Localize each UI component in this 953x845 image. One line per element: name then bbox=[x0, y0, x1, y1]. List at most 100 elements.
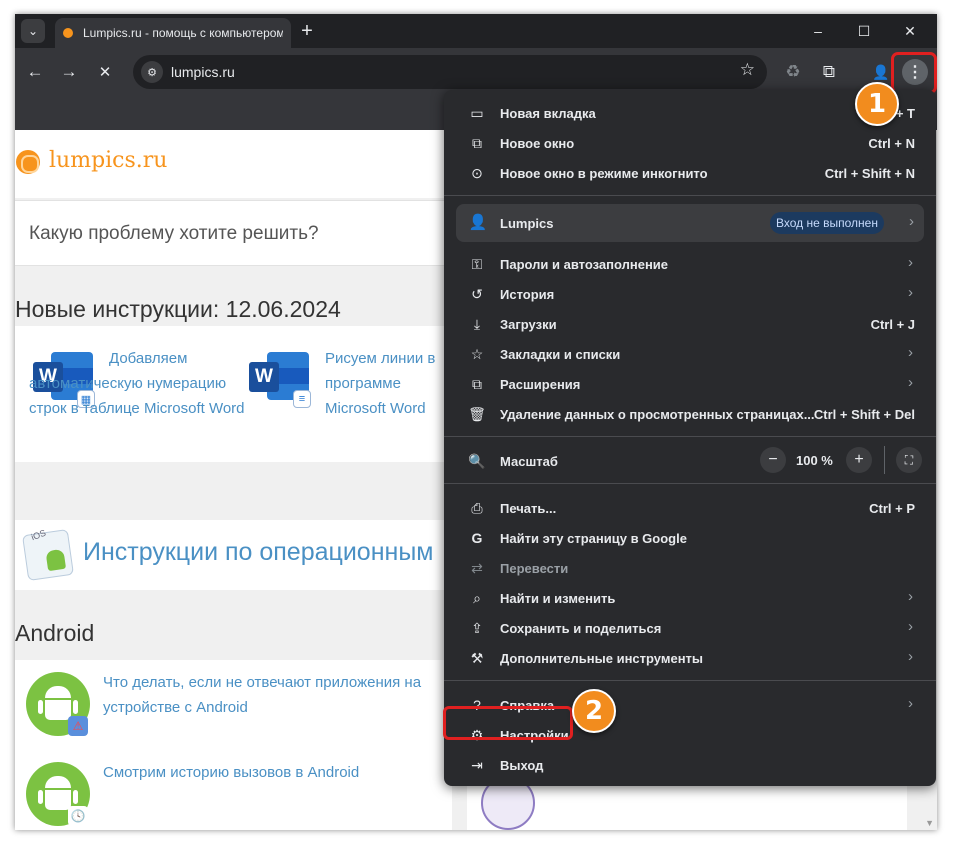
fullscreen-button[interactable]: ⛶ bbox=[896, 447, 922, 473]
menu-item-label: Пароли и автозаполнение bbox=[500, 257, 669, 272]
menu-item-print[interactable]: ⎙ Печать... Ctrl + P bbox=[444, 493, 936, 523]
os-cube-icon bbox=[22, 529, 74, 581]
url-text[interactable]: lumpics.ru bbox=[171, 64, 235, 80]
tools-icon: ⚒ bbox=[470, 649, 484, 666]
chevron-right-icon: › bbox=[909, 213, 914, 230]
new-window-icon: ⧉ bbox=[472, 134, 482, 151]
address-bar[interactable]: ⚙ lumpics.ru ☆ bbox=[133, 55, 767, 89]
article-link-numbering[interactable]: Добавляем автоматическую нумерацию строк… bbox=[29, 346, 249, 421]
tab-search-button[interactable]: ⌄ bbox=[21, 19, 45, 43]
menu-item-new-window[interactable]: ⧉ Новое окно Ctrl + N bbox=[444, 128, 936, 158]
stop-loading-button[interactable]: ✕ bbox=[91, 58, 119, 86]
menu-item-exit[interactable]: ⇥ Выход bbox=[444, 750, 936, 780]
chevron-right-icon: › bbox=[908, 284, 913, 301]
android-icon: 🕓 bbox=[26, 762, 90, 826]
lines-badge-icon: ≡ bbox=[293, 390, 311, 408]
profile-name: Lumpics bbox=[500, 216, 554, 231]
chrome-menu: ▭ Новая вкладка Ctrl + T ⧉ Новое окно Ct… bbox=[444, 90, 936, 786]
menu-item-label: Найти и изменить bbox=[500, 591, 616, 606]
menu-item-shortcut: Ctrl + Shift + N bbox=[824, 166, 915, 181]
article-link-lines[interactable]: Рисуем линии в программе Microsoft Word bbox=[325, 346, 452, 421]
menu-item-downloads[interactable]: ⤓ Загрузки Ctrl + J bbox=[444, 309, 936, 339]
bookmark-star-icon[interactable]: ☆ bbox=[740, 60, 755, 80]
menu-item-more-tools[interactable]: ⚒ Дополнительные инструменты › bbox=[444, 643, 936, 673]
recycle-icon[interactable]: ♻ bbox=[779, 58, 807, 86]
main-column: lumpics.ru Какую проблему хотите решить?… bbox=[15, 130, 452, 830]
history-icon: ↺ bbox=[471, 285, 483, 302]
trash-icon: 🗑 bbox=[468, 405, 486, 422]
menu-item-bookmarks[interactable]: ☆ Закладки и списки › bbox=[444, 339, 936, 369]
menu-item-label: Новое окно в режиме инкогнито bbox=[500, 166, 708, 181]
settings-highlight bbox=[443, 706, 573, 740]
forward-button[interactable]: → bbox=[55, 58, 83, 86]
back-button[interactable]: ← bbox=[21, 58, 49, 86]
menu-item-translate: ⇄ Перевести bbox=[444, 553, 936, 583]
site-logo-text[interactable]: lumpics.ru bbox=[49, 148, 167, 173]
incognito-icon: ⊙ bbox=[471, 164, 483, 181]
active-tab[interactable]: Lumpics.ru - помощь с компьютером bbox=[55, 18, 291, 48]
menu-separator bbox=[444, 436, 936, 437]
new-tab-button[interactable]: + bbox=[295, 19, 319, 43]
menu-item-clear-data[interactable]: 🗑 Удаление данных о просмотренных страни… bbox=[444, 399, 936, 429]
menu-item-find[interactable]: ⌕ Найти и изменить › bbox=[444, 583, 936, 613]
exit-icon: ⇥ bbox=[471, 756, 483, 773]
os-instructions-title[interactable]: Инструкции по операционным bbox=[83, 538, 433, 567]
minimize-button[interactable]: – bbox=[795, 17, 841, 45]
clock-badge-icon: 🕓 bbox=[68, 806, 88, 826]
step-1-callout: 1 bbox=[855, 82, 899, 126]
close-window-button[interactable]: ✕ bbox=[887, 17, 933, 45]
new-tab-icon: ▭ bbox=[470, 104, 484, 121]
menu-item-label: Новое окно bbox=[500, 136, 575, 151]
chevron-right-icon: › bbox=[908, 374, 913, 391]
chevron-right-icon: › bbox=[908, 648, 913, 665]
chevron-right-icon: › bbox=[908, 344, 913, 361]
scroll-down-arrow-icon[interactable]: ▼ bbox=[925, 818, 934, 828]
menu-item-label: Дополнительные инструменты bbox=[500, 651, 704, 666]
orange-logo-icon[interactable] bbox=[16, 150, 40, 174]
menu-item-save-share[interactable]: ⇪ Сохранить и поделиться › bbox=[444, 613, 936, 643]
key-icon: ⚿ bbox=[471, 255, 483, 272]
menu-item-search-google[interactable]: G Найти эту страницу в Google bbox=[444, 523, 936, 553]
menu-item-label: Удаление данных о просмотренных страница… bbox=[500, 407, 815, 422]
zoom-out-button[interactable]: − bbox=[760, 447, 786, 473]
signin-status-badge[interactable]: Вход не выполнен bbox=[770, 212, 884, 234]
google-icon: G bbox=[471, 530, 483, 546]
step-2-callout: 2 bbox=[572, 689, 616, 733]
zoom-in-button[interactable]: + bbox=[846, 447, 872, 473]
android-article-link-apps[interactable]: Что делать, если не отвечают приложения … bbox=[103, 670, 448, 720]
tab-title: Lumpics.ru - помощь с компьютером bbox=[83, 26, 283, 40]
find-icon: ⌕ bbox=[473, 589, 481, 606]
chrome-menu-button[interactable]: ⋮ bbox=[902, 59, 928, 85]
warning-badge-icon: ⚠ bbox=[68, 716, 88, 736]
android-article-link-calls[interactable]: Смотрим историю вызовов в Android bbox=[103, 760, 448, 785]
maximize-button[interactable]: ☐ bbox=[841, 17, 887, 45]
extensions-icon[interactable]: ⧉ bbox=[815, 58, 843, 86]
site-search-input[interactable]: Какую проблему хотите решить? bbox=[15, 200, 452, 266]
menu-item-shortcut: Ctrl + P bbox=[869, 501, 915, 516]
menu-item-label: Выход bbox=[500, 758, 544, 773]
os-instructions-card: iOS Инструкции по операционным bbox=[15, 520, 452, 590]
android-heading: Android bbox=[15, 620, 95, 646]
menu-item-extensions[interactable]: ⧉ Расширения › bbox=[444, 369, 936, 399]
menu-item-shortcut: Ctrl + J bbox=[870, 317, 915, 332]
browser-toolbar: ← → ✕ ⚙ lumpics.ru ☆ ♻ ⧉ 👤 ⋮ bbox=[15, 48, 937, 96]
menu-separator bbox=[444, 680, 936, 681]
menu-item-label: Закладки и списки bbox=[500, 347, 621, 362]
download-icon: ⤓ bbox=[473, 315, 481, 332]
menu-item-label: Загрузки bbox=[500, 317, 557, 332]
chevron-down-icon: ⌄ bbox=[27, 24, 39, 38]
zoom-level: 100 % bbox=[796, 453, 833, 468]
menu-button-highlight: ⋮ bbox=[891, 52, 937, 94]
menu-item-label: Найти эту страницу в Google bbox=[500, 531, 687, 546]
menu-item-incognito[interactable]: ⊙ Новое окно в режиме инкогнито Ctrl + S… bbox=[444, 158, 936, 188]
puzzle-icon: ⧉ bbox=[472, 375, 482, 392]
menu-item-label: Печать... bbox=[500, 501, 557, 516]
chevron-right-icon: › bbox=[908, 618, 913, 635]
site-header: lumpics.ru bbox=[15, 130, 452, 198]
menu-item-history[interactable]: ↺ История › bbox=[444, 279, 936, 309]
site-info-icon[interactable]: ⚙ bbox=[141, 61, 163, 83]
menu-item-passwords[interactable]: ⚿ Пароли и автозаполнение › bbox=[444, 249, 936, 279]
menu-item-label: Новая вкладка bbox=[500, 106, 596, 121]
person-icon: 👤 bbox=[468, 214, 488, 231]
menu-profile-row[interactable]: 👤 Lumpics Вход не выполнен › bbox=[456, 204, 924, 242]
